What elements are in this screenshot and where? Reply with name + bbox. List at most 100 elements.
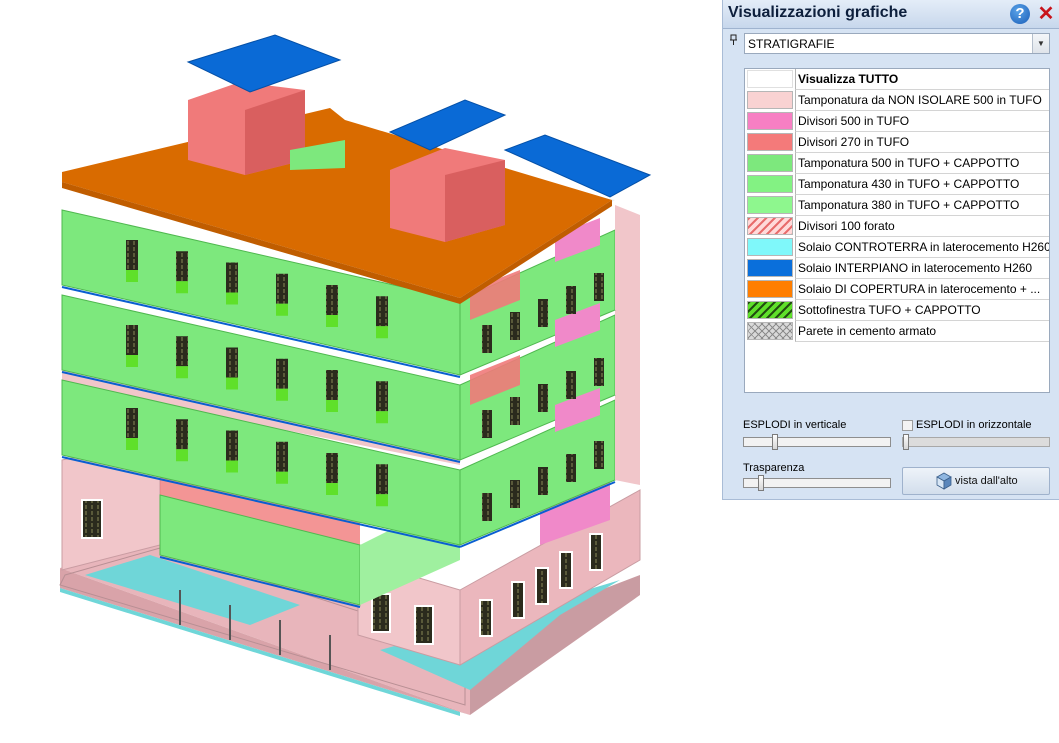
layer-row[interactable]: Solaio CONTROTERRA in laterocemento H260 xyxy=(745,237,1049,258)
window-sill xyxy=(226,460,238,473)
window-sill xyxy=(126,355,138,367)
layer-row[interactable]: Divisori 100 forato xyxy=(745,216,1049,237)
window xyxy=(126,408,138,438)
layer-label: Divisori 500 in TUFO xyxy=(795,111,1049,132)
layer-swatch xyxy=(747,133,793,151)
panel-title: Visualizzazioni grafiche xyxy=(728,4,908,21)
layer-row[interactable]: Solaio DI COPERTURA in laterocemento + .… xyxy=(745,279,1049,300)
window xyxy=(226,262,238,293)
window-sill xyxy=(326,483,338,495)
layer-swatch xyxy=(747,175,793,193)
window xyxy=(226,347,238,378)
window xyxy=(538,467,548,495)
explode-horizontal-label: ESPLODI in orizzontale xyxy=(916,419,1032,431)
layer-label: Solaio DI COPERTURA in laterocemento + .… xyxy=(795,279,1049,300)
layer-row[interactable]: Parete in cemento armato xyxy=(745,321,1049,342)
window-sill xyxy=(226,377,238,390)
layer-swatch xyxy=(747,70,793,88)
layer-swatch xyxy=(747,154,793,172)
layer-swatch xyxy=(747,238,793,256)
window xyxy=(176,419,188,450)
window xyxy=(566,286,576,314)
window-sill xyxy=(326,315,338,327)
window xyxy=(376,296,388,327)
explode-vertical-slider-thumb[interactable] xyxy=(772,434,778,450)
layer-swatch xyxy=(747,280,793,298)
window xyxy=(594,441,604,469)
explode-horizontal-checkbox[interactable] xyxy=(902,420,913,431)
visualization-panel: Visualizzazioni grafiche ? ✕ STRATIGRAFI… xyxy=(722,0,1059,500)
window-sill xyxy=(376,326,388,339)
layer-row[interactable]: Tamponatura 380 in TUFO + CAPPOTTO xyxy=(745,195,1049,216)
chevron-down-icon[interactable]: ▼ xyxy=(1032,34,1049,53)
window xyxy=(176,336,188,367)
layer-swatch xyxy=(747,112,793,130)
window xyxy=(510,480,520,508)
close-icon[interactable]: ✕ xyxy=(1036,3,1056,25)
window xyxy=(510,397,520,425)
transparency-label: Trasparenza xyxy=(743,462,805,474)
explode-vertical-label: ESPLODI in verticale xyxy=(743,419,847,431)
layer-swatch xyxy=(747,196,793,214)
layer-label: Divisori 270 in TUFO xyxy=(795,132,1049,153)
pin-icon[interactable] xyxy=(729,34,739,46)
window-sill xyxy=(276,388,288,401)
layer-label: Tamponatura 430 in TUFO + CAPPOTTO xyxy=(795,174,1049,195)
window xyxy=(326,285,338,315)
window-sill xyxy=(126,270,138,282)
window-sill xyxy=(176,449,188,462)
layer-row[interactable]: Tamponatura da NON ISOLARE 500 in TUFO xyxy=(745,90,1049,111)
transparency-slider[interactable] xyxy=(743,475,891,491)
layer-label: Solaio CONTROTERRA in laterocemento H260 xyxy=(795,237,1049,258)
layer-label: Sottofinestra TUFO + CAPPOTTO xyxy=(795,300,1049,321)
layer-swatch xyxy=(747,322,793,340)
layer-label: Tamponatura 500 in TUFO + CAPPOTTO xyxy=(795,153,1049,174)
window-sill xyxy=(376,494,388,507)
layer-row[interactable]: Sottofinestra TUFO + CAPPOTTO xyxy=(745,300,1049,321)
window xyxy=(126,325,138,355)
layer-swatch xyxy=(747,259,793,277)
explode-vertical-slider[interactable] xyxy=(743,434,891,450)
top-view-button[interactable]: vista dall'alto xyxy=(902,467,1050,495)
layer-row[interactable]: Divisori 270 in TUFO xyxy=(745,132,1049,153)
layer-label: Parete in cemento armato xyxy=(795,321,1049,342)
layer-row[interactable]: Tamponatura 500 in TUFO + CAPPOTTO xyxy=(745,153,1049,174)
window xyxy=(538,384,548,412)
window xyxy=(482,493,492,521)
window-sill xyxy=(176,281,188,294)
panel-titlebar: Visualizzazioni grafiche ? ✕ xyxy=(723,0,1059,29)
explode-horizontal-slider-thumb[interactable] xyxy=(903,434,909,450)
window xyxy=(376,464,388,495)
window-sill xyxy=(126,438,138,450)
transparency-slider-thumb[interactable] xyxy=(758,475,764,491)
window-sill xyxy=(226,292,238,305)
layer-show-all[interactable]: Visualizza TUTTO xyxy=(745,69,1049,90)
window xyxy=(126,240,138,270)
window xyxy=(276,358,288,389)
layer-label: Divisori 100 forato xyxy=(795,216,1049,237)
cube-icon xyxy=(936,472,952,490)
dropdown-value: STRATIGRAFIE xyxy=(748,37,835,51)
window xyxy=(376,381,388,412)
explode-horizontal-slider[interactable] xyxy=(902,434,1050,450)
window-sill xyxy=(276,303,288,316)
layer-label: Tamponatura da NON ISOLARE 500 in TUFO xyxy=(795,90,1049,111)
layer-list: Visualizza TUTTO Tamponatura da NON ISOLA… xyxy=(744,68,1050,393)
layer-row[interactable]: Tamponatura 430 in TUFO + CAPPOTTO xyxy=(745,174,1049,195)
window xyxy=(326,453,338,483)
stratigraphy-dropdown[interactable]: STRATIGRAFIE ▼ xyxy=(744,33,1050,54)
window-sill xyxy=(326,400,338,412)
help-icon[interactable]: ? xyxy=(1010,4,1030,24)
window xyxy=(594,273,604,301)
building-3d-model xyxy=(59,34,652,716)
layer-row[interactable]: Solaio INTERPIANO in laterocemento H260 xyxy=(745,258,1049,279)
window xyxy=(538,299,548,327)
window xyxy=(276,441,288,472)
window-sill xyxy=(376,411,388,424)
window xyxy=(226,430,238,461)
window xyxy=(326,370,338,400)
layer-label: Tamponatura 380 in TUFO + CAPPOTTO xyxy=(795,195,1049,216)
layer-label: Solaio INTERPIANO in laterocemento H260 xyxy=(795,258,1049,279)
window xyxy=(566,371,576,399)
layer-row[interactable]: Divisori 500 in TUFO xyxy=(745,111,1049,132)
